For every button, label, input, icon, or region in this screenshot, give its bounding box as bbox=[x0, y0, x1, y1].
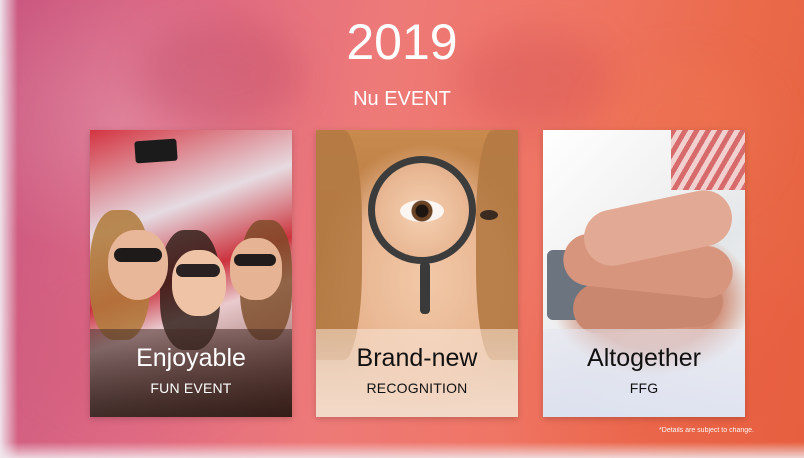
photo-face-shape bbox=[230, 238, 282, 300]
card-caption: Enjoyable FUN EVENT bbox=[90, 329, 292, 417]
photo-hair-shape bbox=[316, 130, 362, 360]
photo-face-shape bbox=[172, 250, 226, 316]
magnified-eye-shape bbox=[400, 200, 444, 222]
slide-year-title: 2019 bbox=[346, 14, 458, 70]
card-title: Altogether bbox=[587, 344, 701, 372]
photo-hair-shape bbox=[476, 130, 518, 360]
card-subtitle: FUN EVENT bbox=[150, 380, 232, 396]
card-enjoyable: Enjoyable FUN EVENT bbox=[90, 130, 292, 417]
photo-eye-shape bbox=[480, 210, 498, 220]
card-altogether: Altogether FFG bbox=[543, 130, 745, 417]
photo-face-shape bbox=[108, 230, 168, 300]
card-caption: Brand-new RECOGNITION bbox=[316, 329, 518, 417]
photo-sleeve-shape bbox=[671, 130, 745, 190]
sunglasses-icon bbox=[234, 254, 276, 266]
card-subtitle: RECOGNITION bbox=[366, 380, 468, 396]
card-caption: Altogether FFG bbox=[543, 329, 745, 417]
magnifier-handle-shape bbox=[420, 262, 430, 314]
card-subtitle: FFG bbox=[629, 380, 659, 396]
sunglasses-icon bbox=[114, 248, 162, 262]
card-brand-new: Brand-new RECOGNITION bbox=[316, 130, 518, 417]
phone-icon bbox=[134, 138, 178, 164]
disclaimer-note: *Details are subject to change. bbox=[659, 427, 754, 434]
card-title: Brand-new bbox=[356, 344, 478, 372]
slide-event-name: Nu EVENT bbox=[353, 88, 451, 110]
card-title: Enjoyable bbox=[136, 344, 246, 372]
sunglasses-icon bbox=[176, 264, 220, 277]
